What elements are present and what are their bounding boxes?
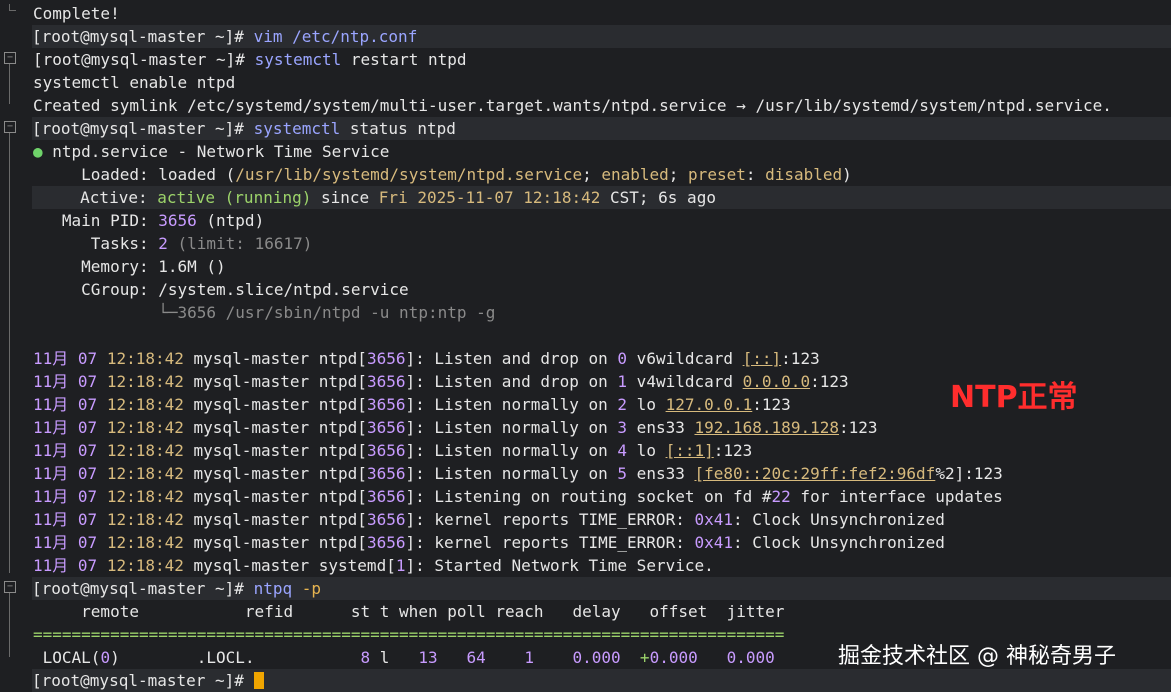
journal-log-line: 11月 07 12:18:42 mysql-master ntpd[3656]:… — [33, 441, 753, 460]
final-prompt-line[interactable]: [root@mysql-master ~]# — [32, 669, 1171, 692]
journal-log-line: 11月 07 12:18:42 mysql-master ntpd[3656]:… — [33, 349, 820, 368]
fold-toggle-icon[interactable]: − — [4, 581, 16, 593]
service-title-line: ● ntpd.service - Network Time Service — [33, 142, 390, 161]
watermark: 掘金技术社区 @ 神秘奇男子 — [838, 644, 1116, 669]
prompt-line: [root@mysql-master ~]# systemctl status … — [32, 117, 1171, 140]
ntpq-header: remote refid st t when poll reach delay … — [33, 602, 785, 621]
journal-log-line: 11月 07 12:18:42 mysql-master ntpd[3656]:… — [33, 464, 1003, 483]
loaded-line: Loaded: loaded (/usr/lib/systemd/system/… — [33, 165, 852, 184]
journal-log-line: 11月 07 12:18:42 mysql-master systemd[1]:… — [33, 556, 714, 575]
cgroup-line: CGroup: /system.slice/ntpd.service — [33, 280, 409, 299]
output-line: Complete! — [33, 4, 120, 23]
output-line: Created symlink /etc/systemd/system/mult… — [33, 96, 1112, 115]
memory-line: Memory: 1.6M () — [33, 257, 226, 276]
output-line: systemctl enable ntpd — [33, 73, 236, 92]
prompt-line: [root@mysql-master ~]# vim /etc/ntp.conf — [32, 25, 1171, 48]
main-pid-line: Main PID: 3656 (ntpd) — [33, 211, 265, 230]
fold-toggle-icon[interactable]: − — [4, 52, 16, 64]
terminal-cursor — [253, 672, 264, 689]
prompt-line: [root@mysql-master ~]# ntpq -p — [32, 577, 1171, 600]
journal-log-line: 11月 07 12:18:42 mysql-master ntpd[3656]:… — [33, 487, 1003, 506]
fold-end-marker — [9, 4, 16, 11]
active-line: Active: active (running) since Fri 2025-… — [32, 186, 1171, 209]
journal-log-line: 11月 07 12:18:42 mysql-master ntpd[3656]:… — [33, 418, 878, 437]
tasks-line: Tasks: 2 (limit: 16617) — [33, 234, 313, 253]
journal-log-line: 11月 07 12:18:42 mysql-master ntpd[3656]:… — [33, 533, 945, 552]
fold-guide-line — [9, 593, 10, 657]
cgroup-process-line: └─3656 /usr/sbin/ntpd -u ntp:ntp -g — [33, 303, 496, 322]
fold-toggle-icon[interactable]: − — [4, 121, 16, 133]
journal-log-line: 11月 07 12:18:42 mysql-master ntpd[3656]:… — [33, 510, 945, 529]
status-dot-icon: ● — [33, 142, 43, 161]
annotation-label: NTP正常 — [950, 380, 1078, 415]
fold-guide-line — [9, 64, 10, 104]
fold-guide-line — [9, 133, 10, 573]
prompt-line: [root@mysql-master ~]# systemctl restart… — [33, 50, 467, 69]
